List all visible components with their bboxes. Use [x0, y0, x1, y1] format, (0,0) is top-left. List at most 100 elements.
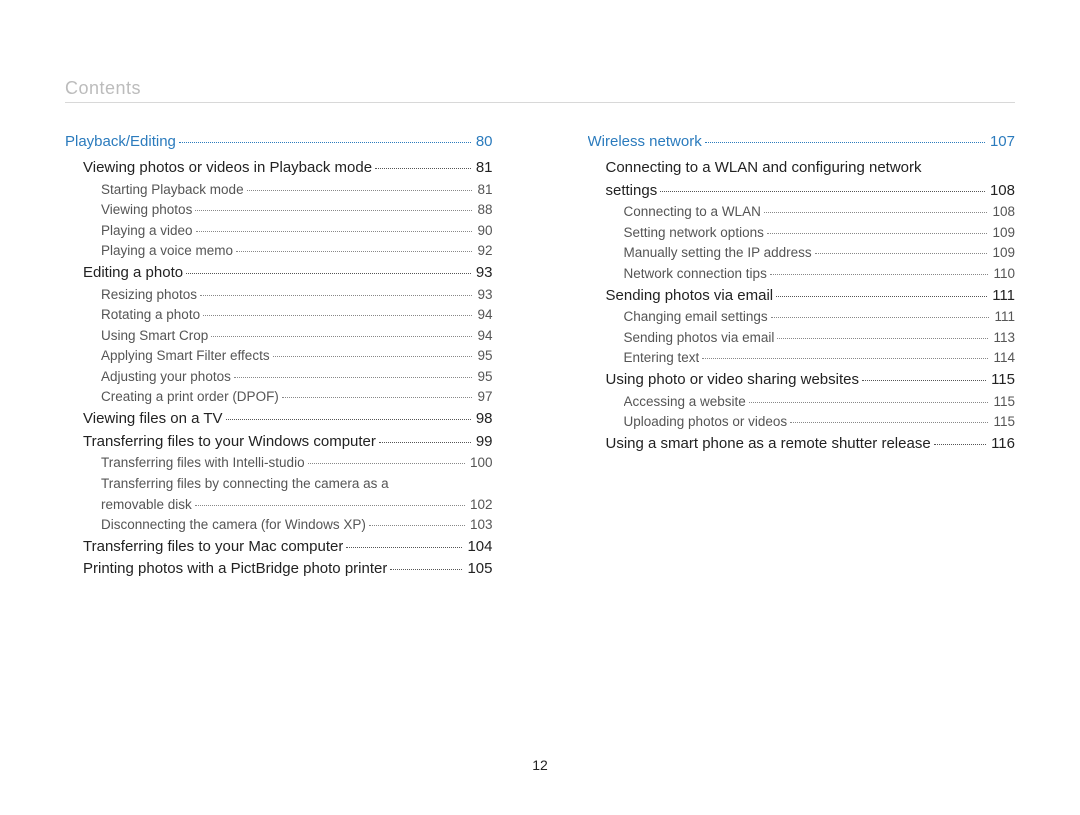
toc-entry-page: 99 [474, 431, 493, 453]
toc-entry[interactable]: Transferring files with Intelli-studio10… [65, 453, 493, 473]
toc-entry[interactable]: Uploading photos or videos 115 [588, 412, 1016, 432]
toc-entry-page: 94 [475, 326, 492, 346]
toc-entry-label: Manually setting the IP address [624, 243, 812, 263]
toc-entry[interactable]: Playback/Editing 80 [65, 131, 493, 153]
toc-entry-page: 115 [991, 392, 1015, 412]
toc-dots [195, 505, 465, 506]
toc-entry[interactable]: Viewing files on a TV98 [65, 408, 493, 430]
toc-entry[interactable]: Transferring files to your Windows compu… [65, 431, 493, 453]
toc-entry-label: Editing a photo [83, 262, 183, 284]
toc-dots [196, 231, 473, 232]
toc-dots [203, 315, 472, 316]
toc-entry-label: Playing a voice memo [101, 241, 233, 261]
toc-entry-page: 88 [475, 200, 492, 220]
toc-dots [764, 212, 988, 213]
toc-entry-label: Uploading photos or videos [624, 412, 788, 432]
toc-entry[interactable]: Resizing photos93 [65, 285, 493, 305]
toc-entry-label: Transferring files to your Windows compu… [83, 431, 376, 453]
toc-dots [247, 190, 473, 191]
toc-entry-page: 97 [475, 387, 492, 407]
toc-dots [379, 442, 471, 443]
toc-entry[interactable]: Accessing a website 115 [588, 392, 1016, 412]
toc-dots [195, 210, 472, 211]
toc-dots [767, 233, 988, 234]
toc-entry-label: Adjusting your photos [101, 367, 231, 387]
toc-dots [790, 422, 988, 423]
toc-entry-page: 90 [475, 221, 492, 241]
toc-dots [705, 142, 985, 143]
toc-entry[interactable]: Starting Playback mode81 [65, 180, 493, 200]
toc-entry-page: 95 [475, 367, 492, 387]
toc-entry[interactable]: Viewing photos 88 [65, 200, 493, 220]
toc-entry[interactable]: Creating a print order (DPOF)97 [65, 387, 493, 407]
toc-entry-page: 109 [990, 223, 1015, 243]
toc-dots [200, 295, 472, 296]
toc-entry-label: Wireless network [588, 131, 702, 153]
toc-entry[interactable]: Transferring files to your Mac computer1… [65, 536, 493, 558]
toc-entry-label: Playback/Editing [65, 131, 176, 153]
toc-entry[interactable]: Sending photos via email113 [588, 328, 1016, 348]
toc-entry[interactable]: Using Smart Crop94 [65, 326, 493, 346]
toc-entry-page: 108 [990, 202, 1015, 222]
toc-entry-page: 95 [475, 346, 492, 366]
toc-dots [226, 419, 471, 420]
toc-dots [749, 402, 989, 403]
toc-entry[interactable]: Using a smart phone as a remote shutter … [588, 433, 1016, 455]
toc-entry[interactable]: Sending photos via email111 [588, 285, 1016, 307]
toc-entry-page: 92 [475, 241, 492, 261]
toc-dots [934, 444, 986, 445]
toc-entry-page: 93 [474, 262, 493, 284]
toc-entry-page: 115 [989, 369, 1015, 391]
toc-entry-page: 100 [468, 453, 493, 473]
toc-entry-label: Accessing a website [624, 392, 746, 412]
toc-dots [777, 338, 988, 339]
toc-entry-page: 108 [988, 180, 1015, 202]
toc-entry[interactable]: Entering text114 [588, 348, 1016, 368]
toc-entry-label: Viewing photos [101, 200, 192, 220]
toc-entry[interactable]: Playing a video 90 [65, 221, 493, 241]
toc-column-right: Wireless network107 Connecting to a WLAN … [588, 131, 1016, 580]
toc-entry[interactable]: Printing photos with a PictBridge photo … [65, 558, 493, 580]
toc-dots [390, 569, 462, 570]
toc-entry-label: Entering text [624, 348, 700, 368]
toc-entry[interactable]: Setting network options109 [588, 223, 1016, 243]
toc-entry[interactable]: Playing a voice memo 92 [65, 241, 493, 261]
toc-entry[interactable]: Using photo or video sharing websites115 [588, 369, 1016, 391]
toc-dots [770, 274, 989, 275]
toc-entry[interactable]: Connecting to a WLAN108 [588, 202, 1016, 222]
toc-entry[interactable]: Viewing photos or videos in Playback mod… [65, 157, 493, 179]
toc-entry-page: 116 [989, 433, 1015, 455]
toc-entry-line1[interactable]: Transferring files by connecting the cam… [65, 474, 493, 494]
toc-entry-page: 104 [465, 536, 492, 558]
toc-entry-label: Sending photos via email [624, 328, 775, 348]
toc-entry-page: 81 [475, 180, 492, 200]
toc-column-left: Playback/Editing 80 Viewing photos or vide… [65, 131, 493, 580]
toc-entry-label: Printing photos with a PictBridge photo … [83, 558, 387, 580]
toc-entry-page: 110 [991, 264, 1015, 284]
page-container: Contents Playback/Editing80Viewing photo… [0, 0, 1080, 610]
toc-entry[interactable]: Adjusting your photos 95 [65, 367, 493, 387]
toc-dots [211, 336, 472, 337]
toc-entry-label: settings [606, 180, 658, 202]
toc-dots [375, 168, 471, 169]
toc-entry[interactable]: Manually setting the IP address 109 [588, 243, 1016, 263]
toc-entry-page: 105 [465, 558, 492, 580]
toc-entry[interactable]: Editing a photo 93 [65, 262, 493, 284]
toc-entry-page: 80 [474, 131, 493, 153]
toc-entry[interactable]: removable disk102 [65, 495, 493, 515]
toc-entry[interactable]: Changing email settings111 [588, 307, 1016, 327]
toc-entry[interactable]: Wireless network107 [588, 131, 1016, 153]
toc-dots [346, 547, 462, 548]
toc-entry-line1[interactable]: Connecting to a WLAN and configuring net… [588, 157, 1016, 179]
toc-entry-page: 103 [468, 515, 493, 535]
toc-dots [660, 191, 985, 192]
toc-entry[interactable]: Applying Smart Filter effects95 [65, 346, 493, 366]
toc-entry[interactable]: Disconnecting the camera (for Windows XP… [65, 515, 493, 535]
toc-entry-page: 115 [991, 412, 1015, 432]
toc-entry[interactable]: Rotating a photo94 [65, 305, 493, 325]
toc-entry-page: 109 [990, 243, 1015, 263]
toc-entry[interactable]: Network connection tips 110 [588, 264, 1016, 284]
toc-entry-label: Network connection tips [624, 264, 767, 284]
toc-entry-label: Playing a video [101, 221, 193, 241]
toc-entry[interactable]: settings 108 [588, 180, 1016, 202]
